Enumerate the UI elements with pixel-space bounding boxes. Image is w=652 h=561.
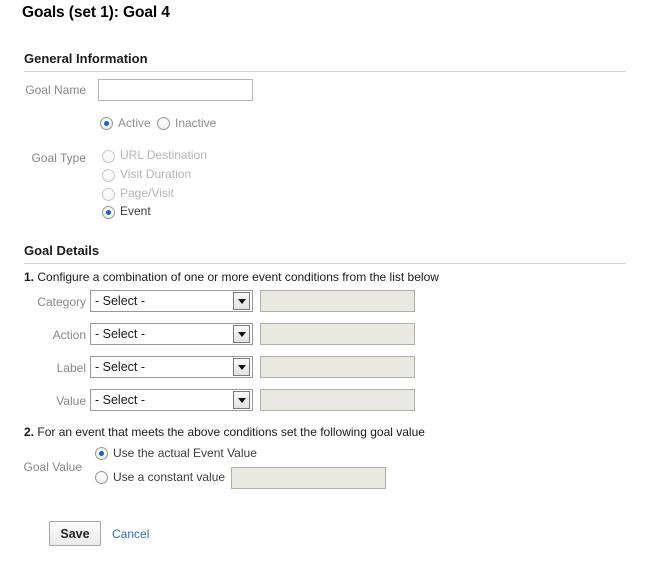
goal-details-heading: Goal Details bbox=[24, 243, 100, 258]
condition-label-action: Action bbox=[52, 328, 86, 342]
goal-value-label: Goal Value bbox=[23, 460, 82, 474]
goal-details-divider bbox=[24, 263, 626, 264]
chevron-down-icon[interactable] bbox=[233, 391, 250, 409]
chevron-down-icon[interactable] bbox=[233, 292, 250, 310]
goal-value-constant-input[interactable] bbox=[231, 467, 386, 489]
goal-type-label-visit-duration: Visit Duration bbox=[120, 167, 192, 181]
step-1-instruction: 1. Configure a combination of one or mor… bbox=[24, 270, 439, 284]
condition-input-category[interactable] bbox=[260, 290, 415, 312]
save-button[interactable]: Save bbox=[49, 521, 101, 546]
condition-select-action-value: - Select - bbox=[95, 327, 146, 341]
goal-type-radio-url-destination[interactable] bbox=[102, 150, 115, 163]
goal-type-radio-event[interactable] bbox=[102, 206, 115, 219]
condition-select-value-value: - Select - bbox=[95, 393, 146, 407]
goal-type-radio-page-visit[interactable] bbox=[102, 188, 115, 201]
condition-select-category[interactable]: - Select - bbox=[90, 290, 253, 312]
goal-name-input[interactable] bbox=[98, 79, 253, 101]
goal-name-label: Goal Name bbox=[25, 83, 86, 97]
condition-label-category: Category bbox=[37, 295, 86, 309]
status-radio-active[interactable] bbox=[100, 117, 113, 130]
condition-select-category-value: - Select - bbox=[95, 294, 146, 308]
condition-label-label: Label bbox=[56, 361, 86, 375]
goal-type-label-url-destination: URL Destination bbox=[120, 148, 207, 162]
cancel-link[interactable]: Cancel bbox=[112, 527, 149, 541]
status-radio-inactive[interactable] bbox=[157, 117, 170, 130]
condition-select-action[interactable]: - Select - bbox=[90, 323, 253, 345]
condition-select-label[interactable]: - Select - bbox=[90, 356, 253, 378]
goal-value-radio-constant-value[interactable] bbox=[95, 471, 108, 484]
step-1-text: Configure a combination of one or more e… bbox=[37, 270, 439, 284]
goal-type-radio-visit-duration[interactable] bbox=[102, 169, 115, 182]
general-information-divider bbox=[24, 71, 626, 72]
goal-type-label-event: Event bbox=[120, 204, 151, 218]
condition-select-value[interactable]: - Select - bbox=[90, 389, 253, 411]
chevron-down-icon[interactable] bbox=[233, 325, 250, 343]
general-information-heading: General Information bbox=[24, 51, 148, 66]
chevron-down-icon[interactable] bbox=[233, 358, 250, 376]
goal-value-label-constant-value: Use a constant value bbox=[113, 470, 226, 484]
goal-type-label: Goal Type bbox=[31, 151, 86, 165]
condition-label-value: Value bbox=[56, 394, 86, 408]
step-2-text: For an event that meets the above condit… bbox=[37, 425, 425, 439]
step-2-number: 2. bbox=[24, 425, 35, 439]
status-label-active: Active bbox=[118, 116, 151, 130]
condition-input-action[interactable] bbox=[260, 323, 415, 345]
page-title: Goals (set 1): Goal 4 bbox=[22, 4, 170, 21]
condition-input-label[interactable] bbox=[260, 356, 415, 378]
goal-settings-page: Goals (set 1): Goal 4 General Informatio… bbox=[0, 0, 652, 561]
goal-type-label-page-visit: Page/Visit bbox=[120, 186, 174, 200]
status-label-inactive: Inactive bbox=[175, 116, 217, 130]
step-2-instruction: 2. For an event that meets the above con… bbox=[24, 425, 425, 439]
condition-input-value[interactable] bbox=[260, 389, 415, 411]
condition-select-label-value: - Select - bbox=[95, 360, 146, 374]
step-1-number: 1. bbox=[24, 270, 35, 284]
goal-value-radio-actual-event-value[interactable] bbox=[95, 447, 108, 460]
goal-value-label-actual-event-value: Use the actual Event Value bbox=[113, 446, 257, 460]
